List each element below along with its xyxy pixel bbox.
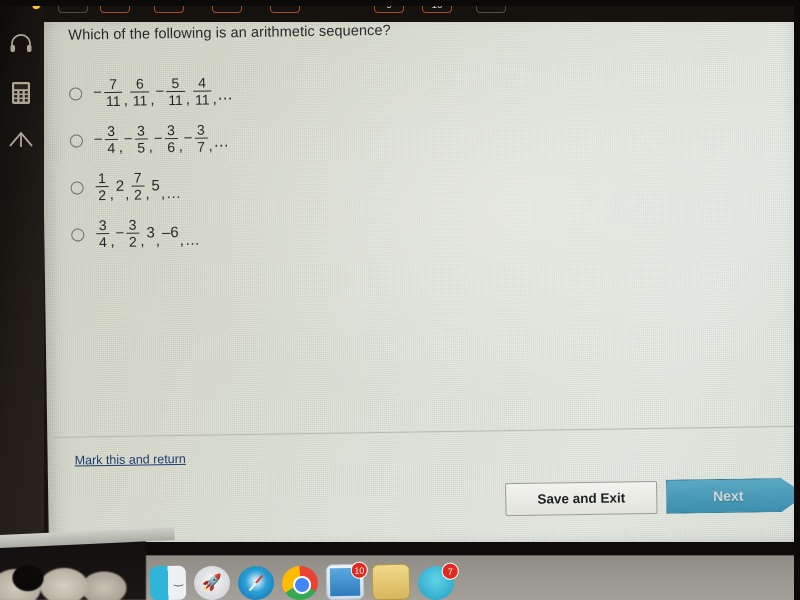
fraction: 4 11 [192,74,212,108]
photographed-laptop-screen: Which of the following is an arithmetic … [0,0,800,600]
up-arrow-icon [8,129,34,149]
tool-sidebar [0,0,44,560]
fraction: 3 7 [194,121,208,155]
dock-item-safari[interactable] [237,565,275,600]
separator: , [118,138,124,156]
fraction: 3 4 [96,217,110,250]
option-d-expression: 3 4 , − 3 2 , 3 , –6 , … [95,216,201,250]
page-title: Which of the following is an arithmetic … [68,22,391,44]
quiz-screen: Which of the following is an arithmetic … [41,0,800,560]
chrome-hub-icon [292,575,312,595]
sign: − [153,130,163,148]
fraction: 3 2 [126,216,140,250]
fraction: 3 4 [104,122,118,156]
separator: , [178,137,183,155]
notification-badge: 10 [350,561,368,579]
fraction: 6 11 [130,75,150,109]
radio-button-d[interactable] [71,228,85,242]
plush-toy-foreground [0,538,146,600]
dock-item-finder[interactable]: ‿ [149,565,187,600]
whole-number: 2 [115,177,125,195]
answer-option-d[interactable]: 3 4 , − 3 2 , 3 , –6 , … [71,204,492,257]
separator: , [110,232,115,250]
compass-needle-icon [248,574,264,592]
answer-options-list: − 7 11 , 6 11 , − 5 11 , 4 11 , ⋯ − 3 4 … [69,63,492,257]
dock-item-messages[interactable]: 7 [417,562,459,600]
separator: , [160,184,166,202]
sidebar-item-audio[interactable] [4,28,38,58]
rocket-icon: 🚀 [201,574,223,593]
separator: , [125,185,130,203]
fraction: 3 6 [164,122,178,155]
separator: , [145,184,150,202]
ellipsis: ⋯ [213,136,230,154]
dock-item-photos[interactable]: 10 [325,561,368,600]
sign: − [115,224,125,242]
separator: , [148,137,154,155]
sidebar-item-calculator[interactable] [4,78,38,108]
macos-dock: ‿ 🚀 10 7 [149,560,459,600]
fraction: 1 2 [95,170,109,203]
footer-divider [53,425,800,438]
separator: , [150,90,155,108]
save-and-exit-button[interactable]: Save and Exit [505,480,658,517]
dock-item-launchpad[interactable]: 🚀 [193,565,231,600]
whole-number: –6 [161,223,179,242]
fraction: 3 5 [134,122,148,156]
sign: − [183,129,193,147]
ellipsis: ⋯ [217,89,234,107]
answer-option-c[interactable]: 1 2 , 2 , 7 2 , 5 , … [70,157,491,210]
next-button-label: Next [712,487,744,505]
radio-button-a[interactable] [69,87,83,101]
fraction: 7 11 [103,75,123,109]
dock-item-notes[interactable] [371,563,411,600]
next-button[interactable]: Next [666,478,800,514]
finder-face-icon: ‿ [173,574,184,587]
option-b-expression: − 3 4 , − 3 5 , − 3 6 , − 3 7 , ⋯ [93,121,230,156]
fraction: 5 11 [166,74,185,108]
option-c-expression: 1 2 , 2 , 7 2 , 5 , … [94,169,183,203]
top-bezel [0,0,800,6]
radio-button-b[interactable] [69,134,84,148]
separator: , [140,231,145,250]
answer-option-b[interactable]: − 3 4 , − 3 5 , − 3 6 , − 3 7 , ⋯ [69,110,491,163]
option-a-expression: − 7 11 , 6 11 , − 5 11 , 4 11 , ⋯ [93,74,234,109]
sign: − [93,131,103,149]
ellipsis: … [165,184,183,202]
sign: − [123,130,133,148]
sidebar-item-scroll-up[interactable] [4,124,38,154]
sign: − [93,84,103,102]
separator: , [109,185,115,203]
mark-this-and-return-link[interactable]: Mark this and return [75,452,186,468]
whole-number: 5 [151,177,160,195]
calculator-icon [11,81,31,105]
whole-number: 3 [146,224,155,242]
separator: , [123,91,128,109]
sign: − [155,83,165,101]
radio-button-c[interactable] [70,181,84,195]
separator: , [185,90,191,108]
dock-item-chrome[interactable] [281,565,319,600]
separator: , [212,89,217,107]
headphones-icon [9,33,33,53]
ellipsis: … [184,231,202,249]
separator: , [155,231,161,249]
answer-option-a[interactable]: − 7 11 , 6 11 , − 5 11 , 4 11 , ⋯ [69,63,490,116]
fraction: 7 2 [131,169,145,203]
separator: , [179,231,185,249]
separator: , [208,136,213,155]
right-bezel [794,0,800,600]
